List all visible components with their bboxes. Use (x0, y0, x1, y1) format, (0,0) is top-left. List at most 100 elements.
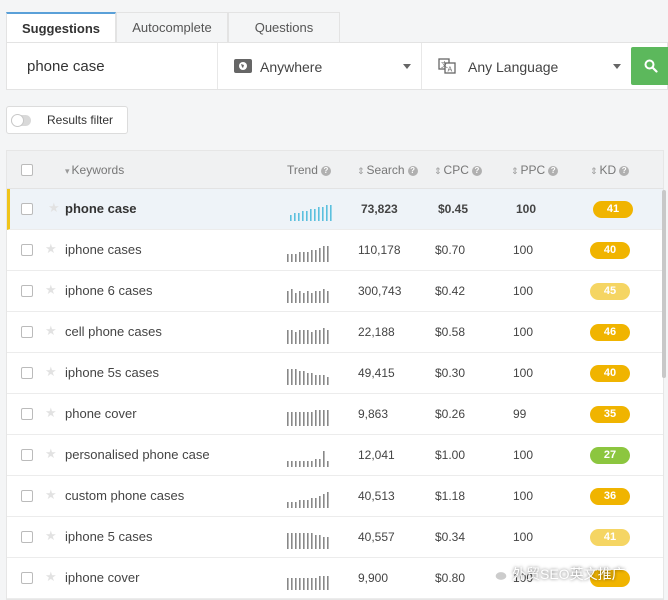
trend-bar (311, 498, 313, 508)
filter-toggle[interactable] (11, 114, 31, 127)
trend-sparkline (287, 246, 329, 262)
star-icon[interactable]: ★ (45, 446, 57, 462)
table-row[interactable]: ★ personalised phone case 12,041 $1.00 1… (7, 435, 663, 476)
trend-sparkline (287, 289, 329, 303)
star-icon[interactable]: ★ (45, 528, 57, 544)
kd-badge: 27 (590, 447, 630, 464)
ppc-cell: 100 (513, 448, 534, 462)
cpc-cell: $0.34 (435, 530, 466, 544)
column-cpc[interactable]: ⇕ CPC? (434, 163, 482, 177)
row-checkbox[interactable] (21, 285, 33, 297)
table-row[interactable]: ★ phone cover 9,863 $0.26 99 35 (7, 394, 663, 435)
trend-bar (327, 492, 329, 508)
trend-bar (299, 500, 301, 508)
trend-bar (311, 533, 313, 549)
trend-bar (291, 254, 293, 262)
trend-bar (307, 578, 309, 590)
search-volume-cell: 73,823 (361, 202, 398, 216)
table-row[interactable]: ★ iphone 5 cases 40,557 $0.34 100 41 (7, 517, 663, 558)
trend-bar (315, 459, 317, 467)
cpc-cell: $0.58 (435, 325, 466, 339)
table-row[interactable]: ★ phone case 73,823 $0.45 100 41 (7, 189, 663, 230)
tab-suggestions[interactable]: Suggestions (6, 12, 116, 42)
row-checkbox[interactable] (21, 449, 33, 461)
language-select[interactable]: 文 A Any Language (421, 43, 631, 89)
trend-bar (291, 412, 293, 426)
kd-badge: 36 (590, 488, 630, 505)
tab-questions[interactable]: Questions (228, 12, 340, 42)
keyword-cell: iphone cover (65, 570, 140, 585)
trend-bar (307, 373, 309, 385)
table-row[interactable]: ★ custom phone cases 40,513 $1.18 100 36 (7, 476, 663, 517)
trend-bar (319, 291, 321, 303)
column-kd[interactable]: ⇕ KD? (590, 163, 630, 177)
ppc-cell: 100 (513, 530, 534, 544)
trend-bar (295, 533, 297, 549)
column-ppc[interactable]: ⇕ PPC? (511, 163, 559, 177)
language-value: Any Language (468, 59, 559, 75)
scrollbar[interactable] (662, 190, 666, 378)
trend-bar (315, 498, 317, 508)
trend-bar (291, 461, 293, 467)
help-icon[interactable]: ? (320, 166, 331, 176)
star-icon[interactable]: ★ (45, 241, 57, 257)
results-filter-label: Results filter (47, 113, 114, 127)
row-checkbox[interactable] (21, 244, 33, 256)
trend-bar (323, 375, 325, 385)
trend-bar (299, 533, 301, 549)
kd-badge: 46 (590, 324, 630, 341)
search-button[interactable] (631, 47, 668, 85)
trend-bar (303, 252, 305, 262)
search-volume-cell: 49,415 (358, 366, 395, 380)
trend-bar (311, 332, 313, 344)
star-icon[interactable]: ★ (45, 364, 57, 380)
tab-autocomplete[interactable]: Autocomplete (116, 12, 228, 42)
trend-bar (323, 537, 325, 549)
row-checkbox[interactable] (21, 326, 33, 338)
column-trend[interactable]: Trend? (287, 163, 331, 177)
star-icon[interactable]: ★ (45, 282, 57, 298)
ppc-cell: 100 (516, 202, 537, 216)
trend-bar (287, 254, 289, 262)
row-checkbox[interactable] (21, 367, 33, 379)
star-icon[interactable]: ★ (45, 487, 57, 503)
row-checkbox[interactable] (21, 490, 33, 502)
star-icon[interactable]: ★ (45, 405, 57, 421)
column-search[interactable]: ⇕ Search? (357, 163, 418, 177)
table-row[interactable]: ★ cell phone cases 22,188 $0.58 100 46 (7, 312, 663, 353)
star-icon[interactable]: ★ (45, 569, 57, 585)
star-icon[interactable]: ★ (48, 200, 60, 216)
table-row[interactable]: ★ iphone cases 110,178 $0.70 100 40 (7, 230, 663, 271)
trend-bar (310, 209, 312, 221)
help-icon[interactable]: ? (471, 166, 482, 176)
trend-bar (314, 209, 316, 221)
cpc-cell: $0.45 (438, 202, 469, 216)
help-icon[interactable]: ? (548, 166, 559, 176)
trend-bar (319, 535, 321, 549)
results-filter-button[interactable]: Results filter (6, 106, 128, 134)
trend-bar (299, 461, 301, 467)
toggle-knob (11, 114, 24, 127)
help-icon[interactable]: ? (407, 166, 418, 176)
keyword-search-input[interactable] (7, 43, 217, 89)
row-checkbox[interactable] (21, 531, 33, 543)
trend-bar (307, 533, 309, 549)
ppc-cell: 100 (513, 243, 534, 257)
table-row[interactable]: ★ iphone 5s cases 49,415 $0.30 100 40 (7, 353, 663, 394)
table-row[interactable]: ★ iphone 6 cases 300,743 $0.42 100 45 (7, 271, 663, 312)
row-checkbox[interactable] (21, 572, 33, 584)
trend-bar (291, 533, 293, 549)
row-checkbox[interactable] (21, 203, 33, 215)
search-volume-cell: 40,557 (358, 530, 395, 544)
trend-bar (295, 502, 297, 508)
help-icon[interactable]: ? (619, 166, 630, 176)
keyword-cell: custom phone cases (65, 488, 185, 503)
select-all-checkbox[interactable] (21, 164, 33, 176)
location-select[interactable]: Anywhere (217, 43, 421, 89)
row-checkbox[interactable] (21, 408, 33, 420)
keyword-cell: iphone 6 cases (65, 283, 153, 298)
column-keywords[interactable]: ▾ Keywords (65, 163, 124, 177)
star-icon[interactable]: ★ (45, 323, 57, 339)
ppc-cell: 100 (513, 284, 534, 298)
trend-bar (319, 375, 321, 385)
